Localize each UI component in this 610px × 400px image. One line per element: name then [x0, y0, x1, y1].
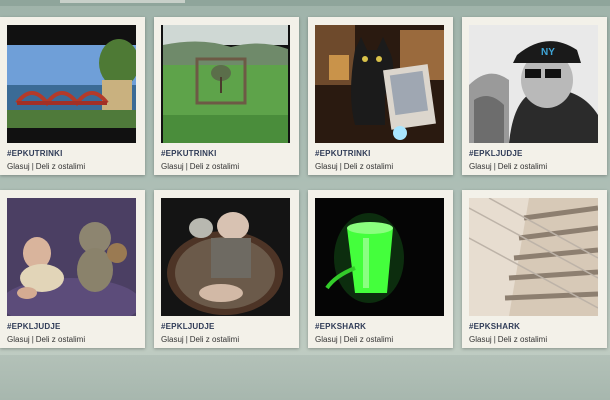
building-balconies-photo[interactable] [469, 198, 598, 316]
share-link[interactable]: Deli z ostalimi [190, 162, 239, 171]
svg-text:NY: NY [541, 47, 555, 58]
photo-card: #EPKLJUDJE Glasuj | Deli z ostalimi [154, 190, 299, 348]
top-strip [0, 0, 610, 6]
top-tab [60, 0, 185, 3]
photo-tag[interactable]: #EPKUTRINKI [161, 149, 217, 158]
share-link[interactable]: Deli z ostalimi [344, 335, 393, 344]
share-link[interactable]: Deli z ostalimi [190, 335, 239, 344]
man-cap-sunglasses-photo[interactable]: NY [469, 25, 598, 143]
photo-tag[interactable]: #EPKUTRINKI [7, 149, 63, 158]
photo-actions: Glasuj | Deli z ostalimi [161, 335, 239, 344]
cat-laptop-photo[interactable] [315, 25, 444, 143]
photo-actions: Glasuj | Deli z ostalimi [469, 162, 547, 171]
photo-tag[interactable]: #EPKSHARK [469, 322, 520, 331]
photo-card: #EPKUTRINKI Glasuj | Deli z ostalimi [0, 17, 145, 175]
photo-tag[interactable]: #EPKLJUDJE [7, 322, 61, 331]
photo-tag[interactable]: #EPKLJUDJE [161, 322, 215, 331]
vote-link[interactable]: Glasuj [7, 335, 30, 344]
vote-link[interactable]: Glasuj [469, 162, 492, 171]
share-link[interactable]: Deli z ostalimi [344, 162, 393, 171]
photo-card: #EPKSHARK Glasuj | Deli z ostalimi [462, 190, 607, 348]
baby-teddy-bear-photo[interactable] [7, 198, 136, 316]
photo-actions: Glasuj | Deli z ostalimi [315, 335, 393, 344]
vote-link[interactable]: Glasuj [315, 335, 338, 344]
share-link[interactable]: Deli z ostalimi [498, 335, 547, 344]
photo-card: #EPKUTRINKI Glasuj | Deli z ostalimi [154, 17, 299, 175]
photo-card: #EPKLJUDJE Glasuj | Deli z ostalimi [0, 190, 145, 348]
photo-tag[interactable]: #EPKSHARK [315, 322, 366, 331]
photo-actions: Glasuj | Deli z ostalimi [7, 162, 85, 171]
photo-actions: Glasuj | Deli z ostalimi [469, 335, 547, 344]
share-link[interactable]: Deli z ostalimi [36, 335, 85, 344]
photo-tag[interactable]: #EPKUTRINKI [315, 149, 371, 158]
share-link[interactable]: Deli z ostalimi [498, 162, 547, 171]
green-glowing-glass-photo[interactable] [315, 198, 444, 316]
vote-link[interactable]: Glasuj [161, 335, 184, 344]
share-link[interactable]: Deli z ostalimi [36, 162, 85, 171]
photo-card: NY #EPKLJUDJE Glasuj | Deli z ostalimi [462, 17, 607, 175]
vote-link[interactable]: Glasuj [469, 335, 492, 344]
baby-basket-photo[interactable] [161, 198, 290, 316]
photo-actions: Glasuj | Deli z ostalimi [315, 162, 393, 171]
field-frame-tree-photo[interactable] [161, 25, 290, 143]
photo-actions: Glasuj | Deli z ostalimi [161, 162, 239, 171]
photo-card: #EPKUTRINKI Glasuj | Deli z ostalimi [308, 17, 453, 175]
river-bridge-photo[interactable] [7, 25, 136, 143]
vote-link[interactable]: Glasuj [315, 162, 338, 171]
photo-actions: Glasuj | Deli z ostalimi [7, 335, 85, 344]
photo-tag[interactable]: #EPKLJUDJE [469, 149, 523, 158]
bottom-band [0, 355, 610, 400]
vote-link[interactable]: Glasuj [7, 162, 30, 171]
vote-link[interactable]: Glasuj [161, 162, 184, 171]
photo-card: #EPKSHARK Glasuj | Deli z ostalimi [308, 190, 453, 348]
